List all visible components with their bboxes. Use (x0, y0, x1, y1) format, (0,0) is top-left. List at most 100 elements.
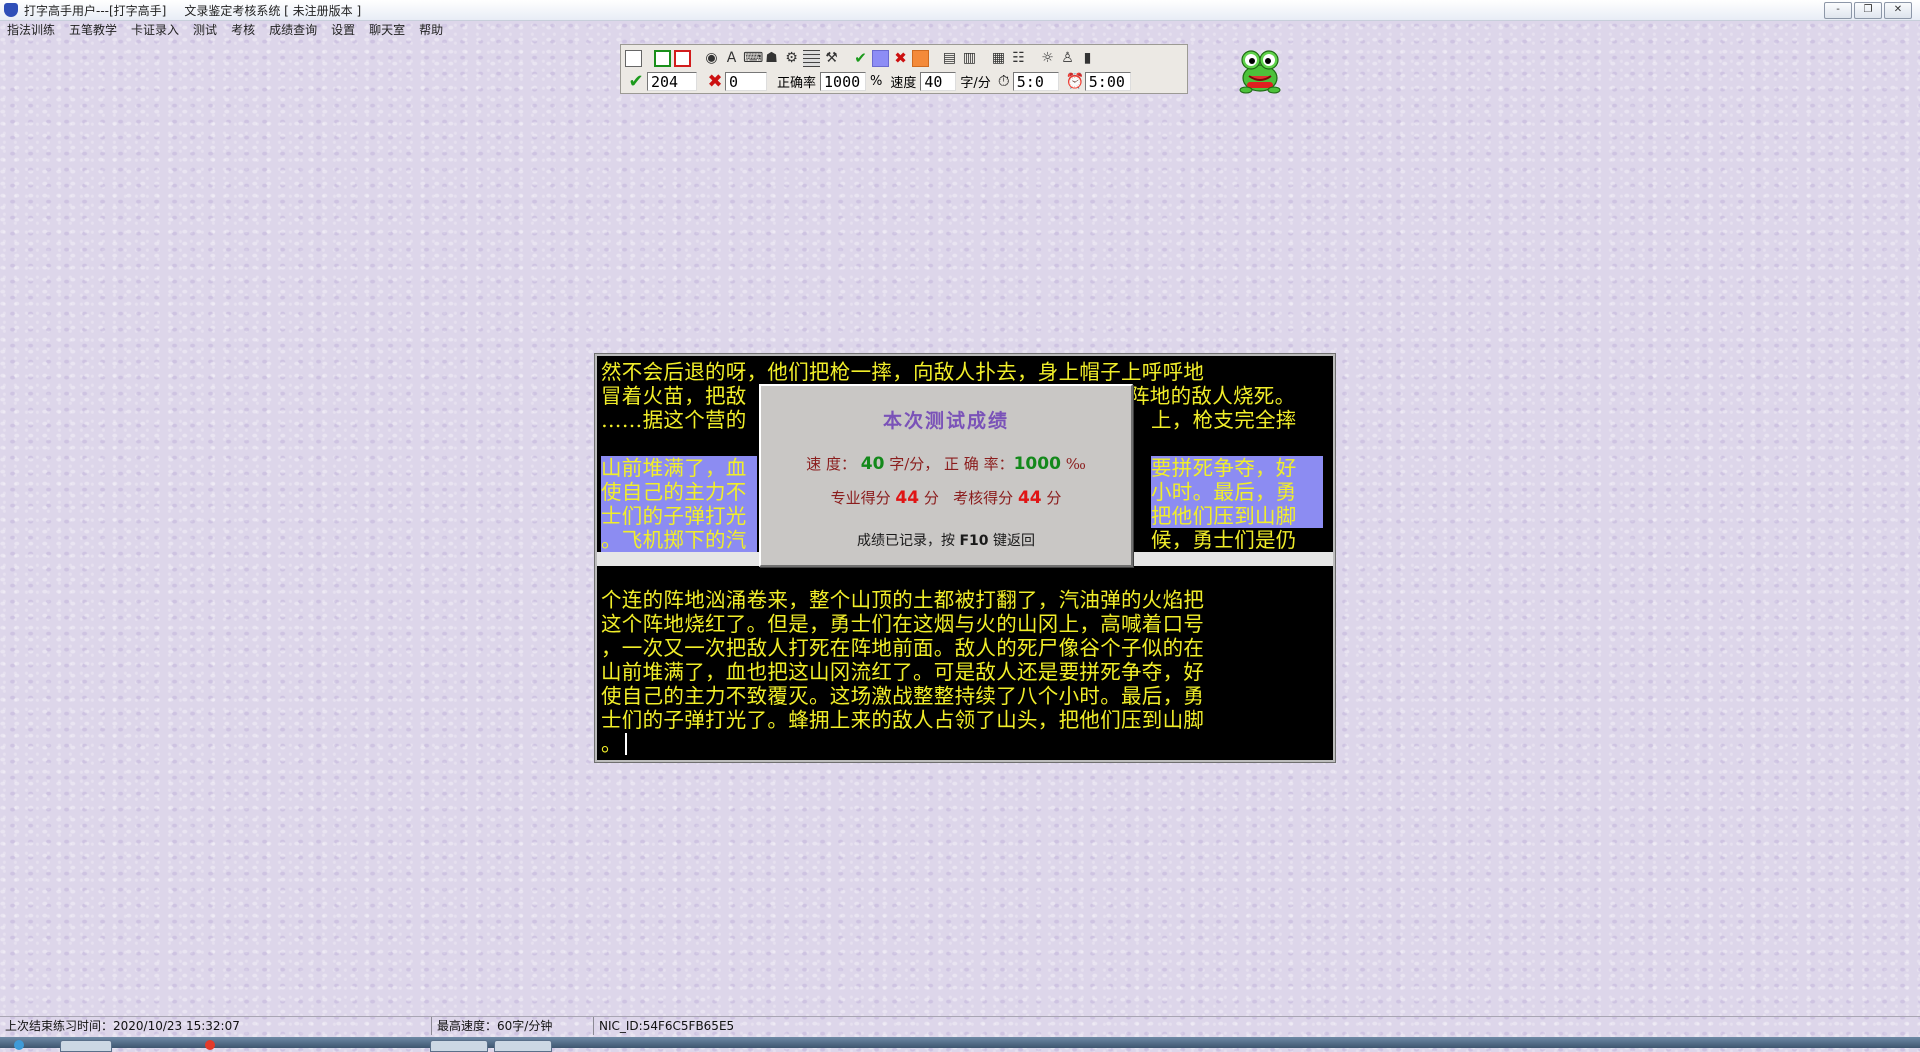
text-cursor (625, 733, 627, 755)
toolbar-stats: ✔ 204 ✖ 0 正确率 1000 % 速度 40 字/分 ⏱ 5:0 ⏰ 5… (625, 70, 1131, 92)
window-controls: - ❐ ✕ (1824, 2, 1912, 19)
text-line-highlighted: 使自己的主力不 (601, 480, 757, 504)
f10-key: F10 (959, 533, 989, 549)
accuracy-unit: % (870, 73, 883, 89)
input-line: 这个阵地烧红了。但是，勇士们在这烟与火的山冈上，高喊着口号 (601, 612, 1205, 636)
result-dialog: 本次测试成绩 速 度： 40 字/分， 正 确 率：1000 ‰ 专业得分 44… (759, 384, 1133, 567)
stopwatch-icon: ⏱ (997, 72, 1010, 90)
menu-help[interactable]: 帮助 (412, 21, 450, 39)
taskbar-item[interactable] (430, 1040, 488, 1052)
pro-score-label: 专业得分 (830, 489, 891, 507)
toolbar: ◉ A ⌨ ☗ ⚙ ⚒ ✔ ✖ ▤ ▥ ▦ ☷ ☼ ♙ ▮ ✔ 204 ✖ 0 … (620, 44, 1188, 94)
menu-score-query[interactable]: 成绩查询 (262, 21, 324, 39)
window-subtitle: 文录鉴定考核系统 [ 未注册版本 ] (184, 3, 362, 18)
chart-icon[interactable]: ▤ (941, 50, 958, 67)
nic-id: NIC_ID:54F6C5FB65E5 (599, 1019, 735, 1033)
input-line: 个连的阵地汹涌卷来，整个山顶的土都被打翻了，汽油弹的火焰把 (601, 588, 1205, 612)
last-practice-time: 上次结束练习时间：2020/10/23 15:32:07 (0, 1017, 432, 1035)
cross-icon[interactable]: ✖ (892, 49, 909, 67)
text-line: 上，枪支完全摔 (1151, 408, 1297, 432)
footer-text-end: 键返回 (992, 533, 1035, 549)
app-icon (4, 3, 18, 17)
text-line-highlighted: 要拼死争夺，好 (1151, 456, 1323, 480)
book-icon[interactable]: ▦ (990, 50, 1007, 67)
input-line: 山前堆满了，血也把这山冈流红了。可是敌人还是要拼死争夺，好 (601, 660, 1205, 684)
frog-mascot-icon (1239, 50, 1281, 94)
dialog-footer: 成绩已记录，按 F10 键返回 (761, 530, 1131, 550)
time-limit-field: 5:00 (1084, 71, 1131, 91)
menu-wubi[interactable]: 五笔教学 (62, 21, 124, 39)
alarm-clock-icon: ⏰ (1065, 72, 1085, 90)
speed-value: 40 (860, 454, 885, 474)
exam-score-value: 44 (1017, 488, 1042, 508)
speed-label: 速度 (890, 75, 917, 91)
error-color-swatch[interactable] (912, 49, 929, 67)
input-line: 士们的子弹打光了。蜂拥上来的敌人占领了山头，把他们压到山脚 (601, 708, 1205, 732)
error-count-icon: ✖ (707, 70, 723, 92)
start-square-icon[interactable] (654, 49, 671, 67)
result-score-row: 专业得分 44 分 考核得分 44 分 (761, 487, 1131, 508)
text-line: ……据这个营的 (601, 408, 747, 432)
accuracy-label: 正确率 (777, 75, 817, 91)
start-orb-icon[interactable] (14, 1040, 24, 1050)
accuracy-label: 正 确 率： (944, 455, 1014, 473)
taskbar-item[interactable] (60, 1040, 112, 1052)
speed-label: 速 度： (806, 455, 856, 473)
menu-exam[interactable]: 考核 (224, 21, 262, 39)
result-speed-accuracy-row: 速 度： 40 字/分， 正 确 率：1000 ‰ (761, 453, 1131, 474)
close-button[interactable]: ✕ (1884, 2, 1912, 19)
exit-icon[interactable]: ▮ (1079, 50, 1096, 67)
browser-icon[interactable] (205, 1040, 215, 1050)
title-bar: 打字高手用户---[打字高手] 文录鉴定考核系统 [ 未注册版本 ] - ❐ ✕ (0, 0, 1920, 21)
text-line: 候，勇士们是仍 (1151, 528, 1297, 552)
correct-count-icon: ✔ (628, 70, 644, 92)
taskbar-item[interactable] (494, 1040, 552, 1052)
eye-icon[interactable]: ◉ (703, 50, 720, 67)
restore-button[interactable]: ❐ (1854, 2, 1882, 19)
check-icon[interactable]: ✔ (852, 49, 869, 67)
tool-icon[interactable]: ⚒ (823, 50, 840, 67)
window-title: 打字高手用户---[打字高手] (24, 3, 167, 18)
menu-card-entry[interactable]: 卡证录入 (124, 21, 186, 39)
sun-icon[interactable]: ☼ (1039, 50, 1056, 67)
status-bar: 上次结束练习时间：2020/10/23 15:32:07 最高速度：60字/分钟… (0, 1016, 1920, 1037)
max-speed: 最高速度：60字/分钟 (432, 1017, 594, 1035)
text-line: 阵地的敌人烧死。 (1129, 384, 1296, 408)
group-icon[interactable]: ☗ (763, 50, 780, 67)
text-line-highlighted: 小时。最后，勇 (1151, 480, 1323, 504)
elapsed-time-field: 5:0 (1012, 71, 1059, 91)
pro-score-value: 44 (895, 488, 920, 508)
users-icon[interactable]: ☷ (1010, 50, 1027, 67)
person-icon[interactable]: ♙ (1059, 50, 1076, 67)
menu-chatroom[interactable]: 聊天室 (362, 21, 412, 39)
font-icon[interactable]: A (723, 50, 740, 67)
stop-square-icon[interactable] (674, 49, 691, 67)
toolbar-icons: ◉ A ⌨ ☗ ⚙ ⚒ ✔ ✖ ▤ ▥ ▦ ☷ ☼ ♙ ▮ (625, 48, 1096, 68)
dialog-title: 本次测试成绩 (882, 410, 1009, 432)
input-line: 使自己的主力不致覆灭。这场激战整整持续了八个小时。最后，勇 (601, 684, 1205, 708)
input-line: ，一次又一次把敌人打死在阵地前面。敌人的死尸像谷个子似的在 (601, 636, 1205, 660)
text-line-highlighted: 士们的子弹打光 (601, 504, 757, 528)
menu-fingering[interactable]: 指法训练 (0, 21, 62, 39)
settings-icon[interactable]: ⚙ (783, 50, 800, 67)
menu-settings[interactable]: 设置 (324, 21, 362, 39)
text-line: 冒着火苗，把敌 (601, 384, 747, 408)
accuracy-field: 1000 (820, 71, 867, 91)
menu-bar: 指法训练 五笔教学 卡证录入 测试 考核 成绩查询 设置 聊天室 帮助 (0, 21, 1920, 39)
grid-icon[interactable] (803, 49, 820, 67)
pro-score-unit: 分 (923, 489, 939, 507)
correct-color-swatch[interactable] (872, 49, 889, 67)
exam-score-label: 考核得分 (953, 489, 1014, 507)
keyboard-icon[interactable]: ⌨ (743, 50, 763, 67)
speed-unit: 字/分， (889, 455, 940, 473)
text-line-highlighted: 把他们压到山脚 (1151, 504, 1323, 528)
bar-chart-icon[interactable]: ▥ (961, 50, 978, 67)
footer-text: 成绩已记录，按 (857, 533, 956, 549)
text-line-current: 。飞机掷下的汽 (601, 528, 757, 552)
play-icon[interactable] (625, 49, 642, 67)
input-line: 。 (601, 732, 622, 756)
menu-test[interactable]: 测试 (186, 21, 224, 39)
minimize-button[interactable]: - (1824, 2, 1852, 19)
correct-count-field: 204 (647, 71, 697, 91)
accuracy-unit: ‰ (1065, 455, 1086, 473)
